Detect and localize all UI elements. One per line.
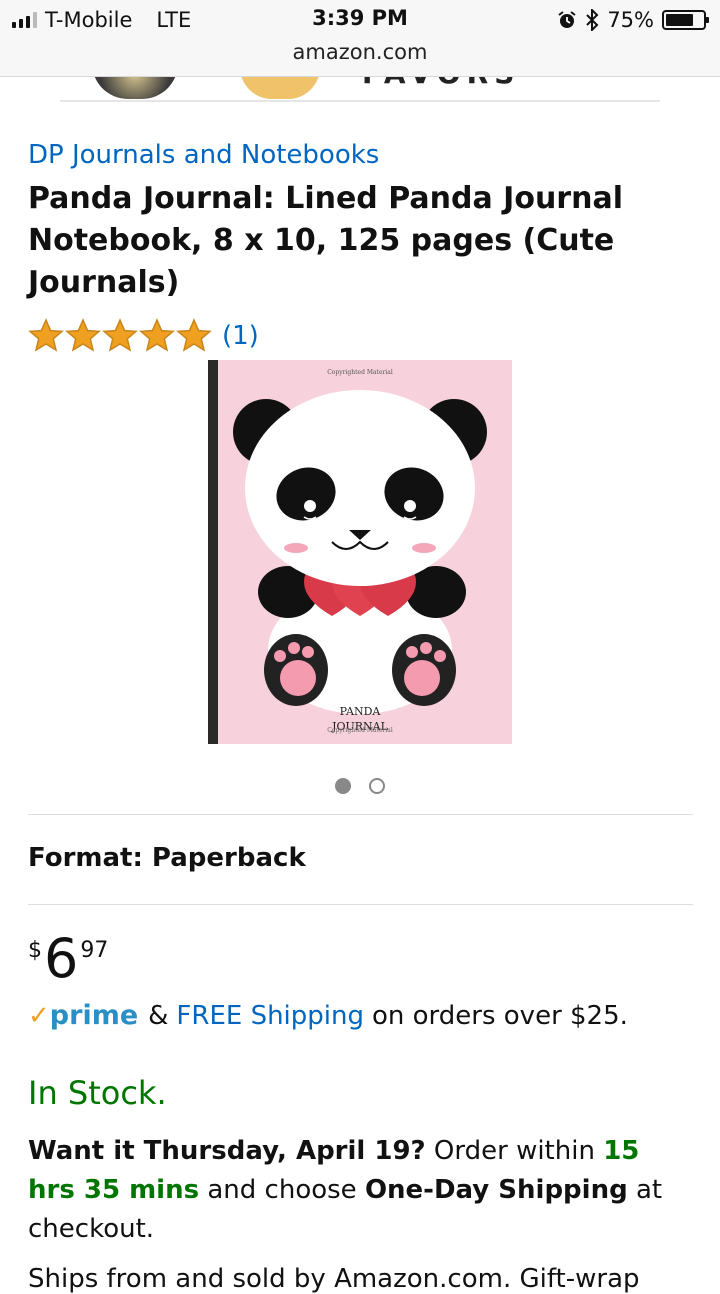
- rating-row[interactable]: (1): [28, 318, 259, 354]
- shipping-condition: on orders over $25.: [371, 1001, 628, 1031]
- shipping-info: ✓ prime & FREE Shipping on orders over $…: [28, 1000, 628, 1031]
- delivery-message: Want it Thursday, April 19? Order within…: [28, 1132, 688, 1249]
- peek-divider: [60, 100, 660, 102]
- price-whole: 6: [44, 927, 79, 990]
- and-choose-text: and choose: [207, 1175, 357, 1205]
- prime-check-icon: ✓: [28, 1001, 50, 1031]
- star-icon: [102, 318, 138, 352]
- price: $ 6 97: [28, 928, 108, 990]
- ships-from-text: Ships from and sold by Amazon.com. Gift-…: [28, 1264, 640, 1294]
- shipping-option: One-Day Shipping: [364, 1175, 628, 1205]
- delivery-date: Want it Thursday, April 19?: [28, 1136, 426, 1166]
- book-cover-image[interactable]: Copyrighted Material PANDA JOURNAL Copyr…: [208, 360, 512, 744]
- brand-link[interactable]: DP Journals and Notebooks: [28, 140, 379, 170]
- cover-copyright-top: Copyrighted Material: [327, 369, 393, 376]
- star-rating[interactable]: [28, 318, 212, 354]
- alarm-clock-icon: [558, 11, 576, 28]
- carousel-dot[interactable]: [335, 778, 351, 794]
- product-title: Panda Journal: Lined Panda Journal Noteb…: [28, 181, 623, 300]
- battery-fill: [666, 14, 693, 26]
- star-icon: [28, 318, 64, 352]
- status-right: 75%: [557, 6, 709, 34]
- bluetooth-icon: [586, 9, 599, 31]
- cookie-image: [240, 77, 320, 99]
- product-image[interactable]: Copyrighted Material PANDA JOURNAL Copyr…: [208, 360, 512, 744]
- prime-logo: prime: [49, 1000, 139, 1031]
- battery-icon: [662, 10, 709, 30]
- price-fraction: 97: [80, 938, 109, 963]
- shipping-amp: &: [148, 1001, 169, 1031]
- address-bar-url[interactable]: amazon.com: [0, 40, 720, 64]
- divider: [28, 814, 693, 815]
- battery-percent: 75%: [607, 8, 654, 32]
- format-label[interactable]: Format: Paperback: [28, 843, 306, 873]
- cover-copyright-bottom: Copyrighted Material: [327, 727, 393, 734]
- status-bar: T-Mobile LTE 3:39 PM amazon.com 75%: [0, 0, 720, 77]
- star-icon: [65, 318, 101, 352]
- free-shipping-link[interactable]: FREE Shipping: [176, 1001, 364, 1031]
- stock-status: In Stock.: [28, 1074, 167, 1112]
- order-within-text: Order within: [433, 1136, 595, 1166]
- divider: [28, 904, 693, 905]
- price-currency: $: [28, 938, 42, 963]
- carousel-dot[interactable]: [369, 778, 385, 794]
- star-icon: [139, 318, 175, 352]
- star-icon: [176, 318, 212, 352]
- peek-partial-text: FAVORS: [362, 77, 520, 90]
- previous-content-peek: FAVORS: [0, 77, 720, 103]
- review-count-link[interactable]: (1): [222, 321, 259, 351]
- cover-title-line1: PANDA: [340, 705, 382, 718]
- image-carousel-indicator[interactable]: [0, 778, 720, 794]
- prime-badge[interactable]: ✓ prime: [28, 1000, 138, 1031]
- bowl-image: [92, 77, 178, 99]
